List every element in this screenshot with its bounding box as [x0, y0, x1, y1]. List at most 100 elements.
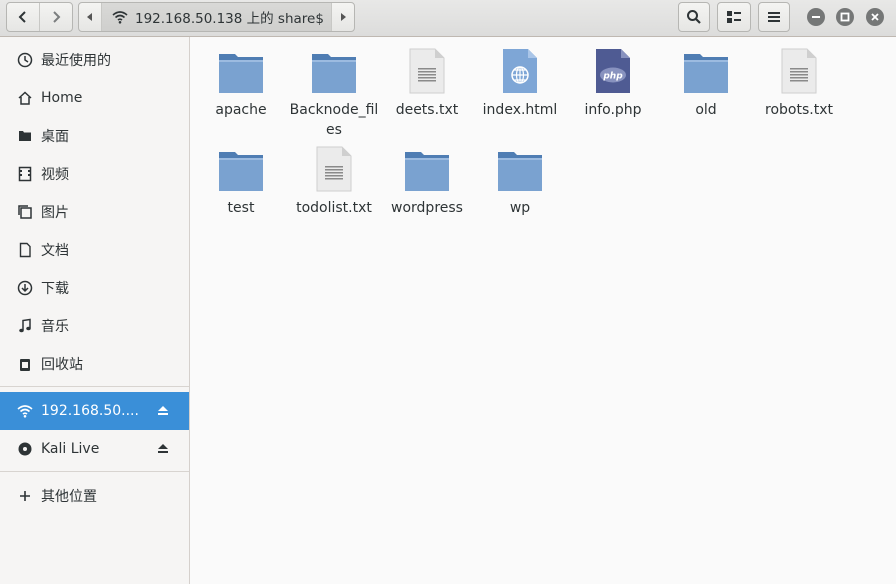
plus-icon: [16, 487, 34, 505]
html-file-icon: [496, 46, 544, 94]
sidebar-item-label: 文档: [41, 243, 69, 259]
music-icon: [16, 317, 34, 335]
file-item-apache[interactable]: apache: [195, 46, 287, 120]
sidebar-item-label: 最近使用的: [41, 53, 111, 69]
path-label: 192.168.50.138 上的 share$: [135, 11, 324, 27]
sidebar-separator: [0, 386, 189, 387]
maximize-button[interactable]: [836, 8, 854, 26]
file-name: wp: [509, 200, 531, 216]
menu-button[interactable]: [758, 2, 790, 32]
maximize-icon: [840, 12, 850, 22]
file-item-info-php[interactable]: php info.php: [567, 46, 659, 120]
file-item-todolist-txt[interactable]: todolist.txt: [288, 144, 380, 218]
search-button[interactable]: [678, 2, 710, 32]
file-name: deets.txt: [395, 102, 459, 118]
file-name: robots.txt: [765, 102, 833, 118]
file-item-test[interactable]: test: [195, 144, 287, 218]
picture-icon: [16, 203, 34, 221]
chevron-right-icon: [53, 11, 61, 23]
file-name: Backnode_files: [289, 102, 379, 138]
minimize-button[interactable]: [807, 8, 825, 26]
hamburger-menu-icon: [768, 12, 780, 22]
view-mode-button[interactable]: [717, 2, 751, 32]
path-scroll-right-button[interactable]: [331, 3, 354, 31]
document-icon: [16, 241, 34, 259]
file-name: test: [227, 200, 255, 216]
file-item-index-html[interactable]: index.html: [474, 46, 566, 120]
sidebar-item-label: 音乐: [41, 319, 69, 335]
text-file-icon: [310, 144, 358, 192]
folder-icon: [310, 46, 358, 94]
path-crumb-current[interactable]: 192.168.50.138 上的 share$: [102, 3, 331, 31]
home-icon: [16, 89, 34, 107]
sidebar-item-recent[interactable]: 最近使用的: [0, 41, 189, 79]
file-item-robots-txt[interactable]: robots.txt: [753, 46, 845, 120]
download-icon: [16, 279, 34, 297]
sidebar-item-pictures[interactable]: 图片: [0, 193, 189, 231]
header-bar: 192.168.50.138 上的 share$: [0, 0, 896, 37]
folder-icon: [496, 144, 544, 192]
file-name: todolist.txt: [296, 200, 372, 216]
text-file-icon: [403, 46, 451, 94]
forward-button[interactable]: [39, 3, 72, 31]
network-icon: [16, 402, 34, 420]
sidebar-item-label: 其他位置: [41, 489, 97, 505]
sidebar: 最近使用的 Home 桌面 视频 图片 文档 下载 音乐 回收站 192.168…: [0, 37, 190, 584]
sidebar-item-label: 下载: [41, 281, 69, 297]
file-item-deets-txt[interactable]: deets.txt: [381, 46, 473, 120]
sidebar-item-network-share[interactable]: 192.168.50....: [0, 392, 189, 430]
sidebar-item-label: 桌面: [41, 129, 69, 145]
chevron-left-icon: [18, 11, 26, 23]
sidebar-item-label: Home: [41, 90, 83, 106]
file-item-backnode-files[interactable]: Backnode_files: [288, 46, 380, 140]
file-item-wordpress[interactable]: wordpress: [381, 144, 473, 218]
sidebar-item-downloads[interactable]: 下载: [0, 269, 189, 307]
file-name: old: [695, 102, 717, 118]
close-icon: [871, 13, 879, 21]
php-file-icon: php: [589, 46, 637, 94]
text-file-icon: [775, 46, 823, 94]
network-icon: [112, 11, 128, 24]
folder-icon: [217, 144, 265, 192]
file-name: apache: [215, 102, 267, 118]
file-item-wp[interactable]: wp: [474, 144, 566, 218]
sidebar-item-documents[interactable]: 文档: [0, 231, 189, 269]
folder-icon: [217, 46, 265, 94]
file-view[interactable]: apache Backnode_files deets.txt index.ht…: [190, 37, 896, 584]
eject-icon[interactable]: [157, 404, 169, 420]
sidebar-separator: [0, 471, 189, 472]
search-icon: [687, 10, 701, 24]
close-button[interactable]: [866, 8, 884, 26]
folder-icon: [682, 46, 730, 94]
php-logo-text: php: [602, 72, 623, 82]
path-scroll-left-button[interactable]: [79, 3, 102, 31]
eject-icon[interactable]: [157, 442, 169, 458]
file-name: index.html: [482, 102, 558, 118]
sidebar-item-home[interactable]: Home: [0, 79, 189, 117]
navigation-buttons: [6, 2, 73, 32]
video-icon: [16, 165, 34, 183]
sidebar-item-label: Kali Live: [41, 441, 100, 457]
file-name: wordpress: [391, 200, 463, 216]
sidebar-item-label: 192.168.50....: [41, 403, 139, 419]
sidebar-item-kali-live[interactable]: Kali Live: [0, 430, 189, 468]
minimize-icon: [812, 16, 820, 18]
sidebar-item-label: 回收站: [41, 357, 83, 373]
file-item-old[interactable]: old: [660, 46, 752, 120]
sidebar-item-other-locations[interactable]: 其他位置: [0, 477, 189, 515]
back-button[interactable]: [7, 3, 39, 31]
desktop-icon: [16, 127, 34, 145]
triangle-left-icon: [87, 13, 92, 21]
sidebar-item-music[interactable]: 音乐: [0, 307, 189, 345]
list-view-icon: [727, 11, 741, 23]
trash-icon: [16, 355, 34, 373]
sidebar-item-desktop[interactable]: 桌面: [0, 117, 189, 155]
file-name: info.php: [584, 102, 642, 118]
sidebar-item-label: 图片: [41, 205, 69, 221]
sidebar-item-trash[interactable]: 回收站: [0, 345, 189, 383]
triangle-right-icon: [341, 13, 346, 21]
folder-icon: [403, 144, 451, 192]
sidebar-item-video[interactable]: 视频: [0, 155, 189, 193]
disc-icon: [16, 440, 34, 458]
recent-icon: [16, 51, 34, 69]
